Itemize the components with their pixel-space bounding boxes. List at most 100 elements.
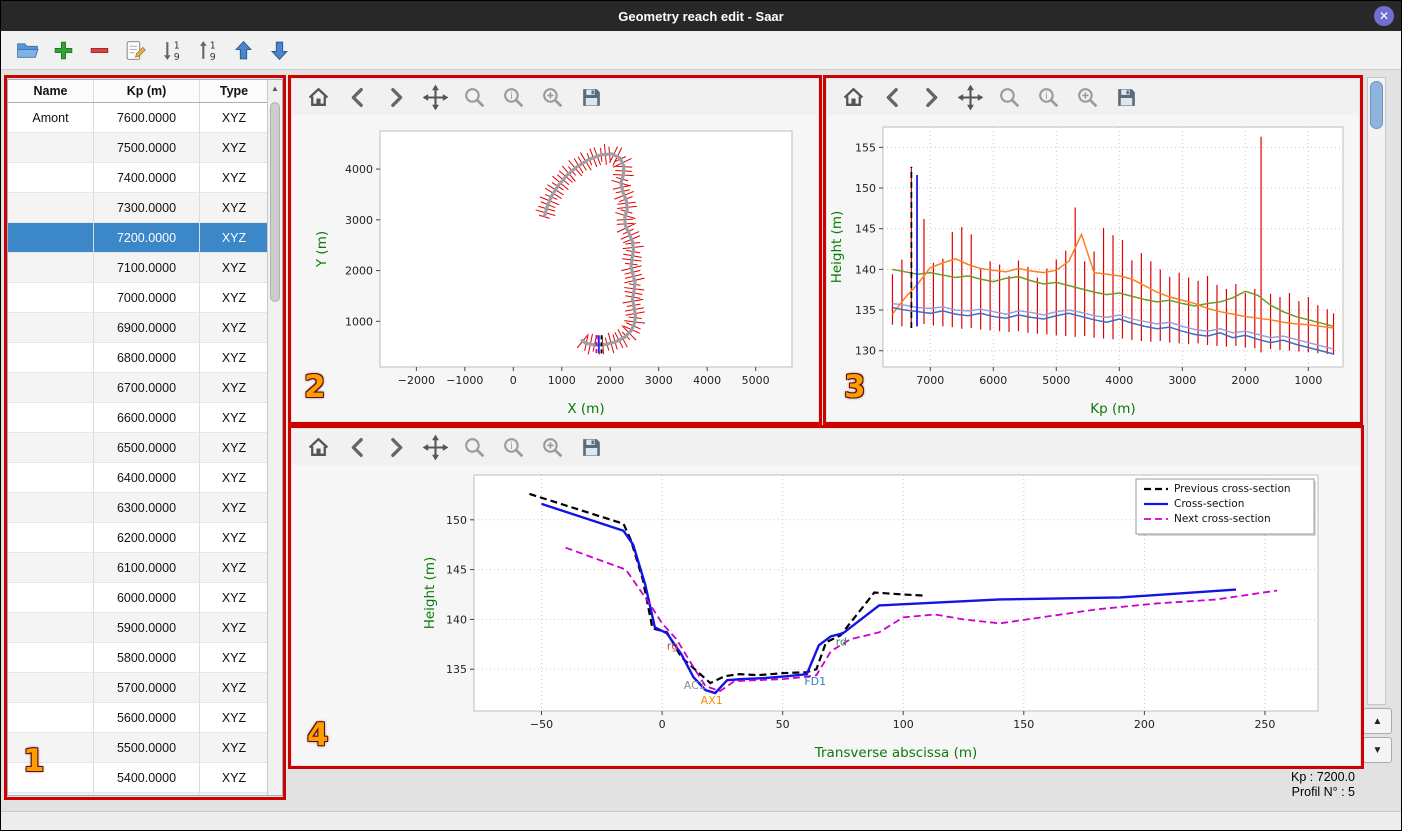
home-icon[interactable] bbox=[306, 85, 331, 110]
plan-view-toolbar: i bbox=[292, 79, 818, 115]
zoom-select-icon[interactable] bbox=[1075, 85, 1100, 110]
plan-view-panel: i −2000 −1000 0 1000 2000 3000 4000 5000 1000 200… bbox=[292, 79, 818, 421]
table-row[interactable]: 6600.0000 XYZ bbox=[8, 403, 282, 433]
pan-icon[interactable] bbox=[423, 84, 448, 110]
cell-name bbox=[8, 163, 94, 192]
table-row[interactable]: 6200.0000 XYZ bbox=[8, 523, 282, 553]
zoom-info-icon[interactable]: i bbox=[1036, 85, 1061, 110]
cell-kp: 6600.0000 bbox=[94, 403, 200, 432]
plan-view-chart[interactable]: −2000 −1000 0 1000 2000 3000 4000 5000 1000 2000 3… bbox=[292, 115, 818, 421]
cell-type: XYZ bbox=[221, 350, 247, 365]
save-icon[interactable] bbox=[1114, 85, 1139, 110]
table-row[interactable]: 5300.0000XYZ bbox=[8, 793, 282, 795]
forward-icon[interactable] bbox=[919, 85, 944, 110]
home-icon[interactable] bbox=[841, 85, 866, 110]
table-row[interactable]: 6100.0000 XYZ bbox=[8, 553, 282, 583]
save-icon[interactable] bbox=[579, 85, 604, 110]
profile-info: Kp : 7200.0 Profil N° : 5 bbox=[1115, 770, 1355, 800]
table-row[interactable]: 7100.0000 XYZ bbox=[8, 253, 282, 283]
svg-text:rd: rd bbox=[836, 635, 847, 648]
back-icon[interactable] bbox=[345, 435, 370, 460]
table-scrollbar-thumb[interactable] bbox=[270, 102, 280, 302]
table-row[interactable]: 7200.0000 XYZ bbox=[8, 223, 282, 253]
zoom-icon[interactable] bbox=[462, 435, 487, 460]
cell-type: XYZ bbox=[221, 620, 247, 635]
cell-name bbox=[8, 373, 94, 402]
table-row[interactable]: Amont 7600.0000 XYZ bbox=[8, 103, 282, 133]
statusbar bbox=[1, 811, 1401, 830]
column-header-type[interactable]: Type bbox=[200, 80, 268, 102]
add-row-icon[interactable] bbox=[51, 38, 76, 63]
cross-section-toolbar: i bbox=[292, 429, 1360, 465]
cell-kp: 6300.0000 bbox=[94, 493, 200, 522]
table-row[interactable]: 6800.0000 XYZ bbox=[8, 343, 282, 373]
svg-text:2000: 2000 bbox=[596, 374, 624, 387]
move-down-icon[interactable] bbox=[267, 38, 292, 63]
table-row[interactable]: 5900.0000 XYZ bbox=[8, 613, 282, 643]
svg-text:250: 250 bbox=[1254, 718, 1275, 731]
move-up-icon[interactable] bbox=[231, 38, 256, 63]
back-icon[interactable] bbox=[880, 85, 905, 110]
svg-text:50: 50 bbox=[776, 718, 790, 731]
column-header-name[interactable]: Name bbox=[8, 80, 94, 102]
table-row[interactable]: 5400.0000 XYZ bbox=[8, 763, 282, 793]
svg-text:6000: 6000 bbox=[979, 374, 1007, 387]
back-icon[interactable] bbox=[345, 85, 370, 110]
cell-kp: 7400.0000 bbox=[94, 163, 200, 192]
cell-type: XYZ bbox=[221, 200, 247, 215]
cell-type: XYZ bbox=[200, 793, 268, 795]
cell-kp: 7300.0000 bbox=[94, 193, 200, 222]
forward-icon[interactable] bbox=[384, 435, 409, 460]
zoom-icon[interactable] bbox=[997, 85, 1022, 110]
sort-ascending-icon[interactable]: 19 bbox=[195, 38, 220, 63]
cross-section-chart[interactable]: −50 0 50 100 150 200 250 135 140 145 150 Transverse… bbox=[292, 465, 1360, 765]
svg-text:4000: 4000 bbox=[693, 374, 721, 387]
svg-text:Height (m): Height (m) bbox=[829, 211, 845, 284]
zoom-icon[interactable] bbox=[462, 85, 487, 110]
zoom-select-icon[interactable] bbox=[540, 85, 565, 110]
column-header-kp-m-[interactable]: Kp (m) bbox=[94, 80, 200, 102]
cell-type: XYZ bbox=[221, 410, 247, 425]
profile-number-label: Profil N° : 5 bbox=[1291, 785, 1355, 799]
table-row[interactable]: 6900.0000 XYZ bbox=[8, 313, 282, 343]
table-row[interactable]: 6400.0000 XYZ bbox=[8, 463, 282, 493]
table-row[interactable]: 5600.0000 XYZ bbox=[8, 703, 282, 733]
table-row[interactable]: 7300.0000 XYZ bbox=[8, 193, 282, 223]
cross-section-plot-area: −50 0 50 100 150 200 250 135 140 145 150 Transverse… bbox=[422, 474, 1319, 761]
table-row[interactable]: 5800.0000 XYZ bbox=[8, 643, 282, 673]
close-button[interactable]: ✕ bbox=[1374, 6, 1394, 26]
table-row[interactable]: 7500.0000 XYZ bbox=[8, 133, 282, 163]
window-scrollbar[interactable] bbox=[1367, 77, 1386, 705]
edit-row-icon[interactable] bbox=[123, 38, 148, 63]
home-icon[interactable] bbox=[306, 435, 331, 460]
plan-view-plot-area: −2000 −1000 0 1000 2000 3000 4000 5000 1000 2000 3… bbox=[314, 130, 793, 417]
long-profile-chart[interactable]: 7000 6000 5000 4000 3000 2000 1000 130 135 140 145… bbox=[827, 115, 1359, 421]
zoom-info-icon[interactable]: i bbox=[501, 85, 526, 110]
table-row[interactable]: 6300.0000 XYZ bbox=[8, 493, 282, 523]
zoom-info-icon[interactable]: i bbox=[501, 435, 526, 460]
table-row[interactable]: 7000.0000 XYZ bbox=[8, 283, 282, 313]
pan-icon[interactable] bbox=[423, 434, 448, 460]
table-row[interactable]: 5500.0000 XYZ bbox=[8, 733, 282, 763]
profile-down-button[interactable]: ▼ bbox=[1363, 737, 1392, 763]
table-scroll-up-icon[interactable]: ▲ bbox=[268, 80, 282, 96]
table-row[interactable]: 6500.0000 XYZ bbox=[8, 433, 282, 463]
svg-text:−1000: −1000 bbox=[446, 374, 483, 387]
table-row[interactable]: 6700.0000 XYZ bbox=[8, 373, 282, 403]
save-icon[interactable] bbox=[579, 435, 604, 460]
table-row[interactable]: 5700.0000 XYZ bbox=[8, 673, 282, 703]
zoom-select-icon[interactable] bbox=[540, 435, 565, 460]
sort-descending-icon[interactable]: 19 bbox=[159, 38, 184, 63]
svg-text:135: 135 bbox=[855, 304, 876, 317]
forward-icon[interactable] bbox=[384, 85, 409, 110]
svg-text:Transverse abscissa (m): Transverse abscissa (m) bbox=[814, 745, 978, 761]
window-scrollbar-thumb[interactable] bbox=[1370, 81, 1383, 129]
profile-up-button[interactable]: ▲ bbox=[1363, 708, 1392, 734]
table-scrollbar[interactable]: ▲ bbox=[267, 80, 282, 795]
svg-text:3000: 3000 bbox=[645, 374, 673, 387]
pan-icon[interactable] bbox=[958, 84, 983, 110]
open-file-icon[interactable] bbox=[15, 38, 40, 63]
remove-row-icon[interactable] bbox=[87, 38, 112, 63]
table-row[interactable]: 6000.0000 XYZ bbox=[8, 583, 282, 613]
table-row[interactable]: 7400.0000 XYZ bbox=[8, 163, 282, 193]
